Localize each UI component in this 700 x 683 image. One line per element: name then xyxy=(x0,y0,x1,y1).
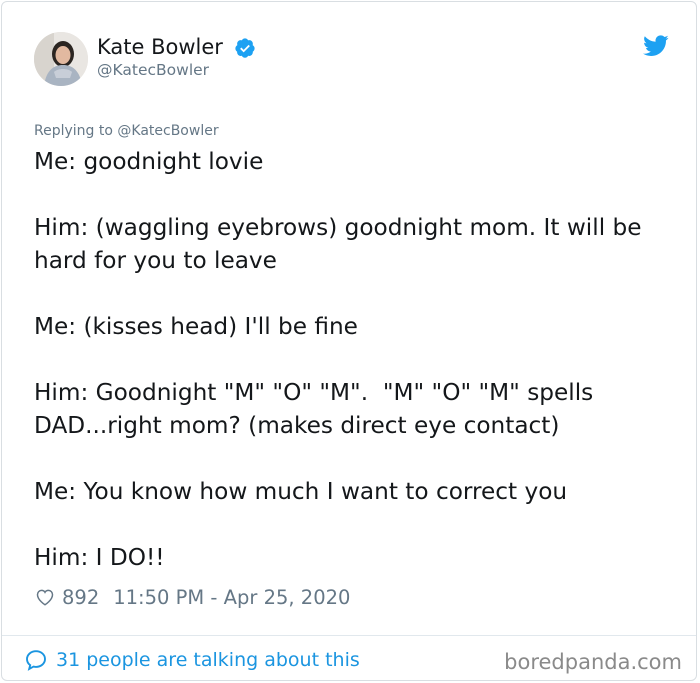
heart-icon[interactable] xyxy=(34,586,56,608)
tweet-text: Me: goodnight lovie Him: (waggling eyebr… xyxy=(34,148,642,571)
watermark: boredpanda.com xyxy=(504,650,682,674)
conversation-link[interactable]: 31 people are talking about this xyxy=(24,647,360,673)
tweet-card: Kate Bowler @KatecBowler Replying to @Ka… xyxy=(1,1,697,681)
author-name[interactable]: Kate Bowler xyxy=(97,33,223,61)
speech-bubble-icon xyxy=(26,650,46,671)
verified-badge-icon xyxy=(235,38,255,58)
replying-to-label: Replying to xyxy=(34,123,113,139)
divider xyxy=(2,635,696,636)
replying-to-line: Replying to @KatecBowler xyxy=(34,121,219,141)
author-handle[interactable]: @KatecBowler xyxy=(97,60,209,80)
avatar[interactable] xyxy=(34,32,88,86)
conversation-text[interactable]: 31 people are talking about this xyxy=(56,647,360,673)
avatar-photo xyxy=(34,32,88,86)
twitter-bird-icon[interactable] xyxy=(643,35,669,57)
like-count[interactable]: 892 xyxy=(62,586,99,609)
tweet-meta: 892 11:50 PM - Apr 25, 2020 xyxy=(34,584,350,610)
tweet-timestamp[interactable]: 11:50 PM - Apr 25, 2020 xyxy=(113,586,350,609)
replying-to-mention[interactable]: @KatecBowler xyxy=(117,123,218,139)
